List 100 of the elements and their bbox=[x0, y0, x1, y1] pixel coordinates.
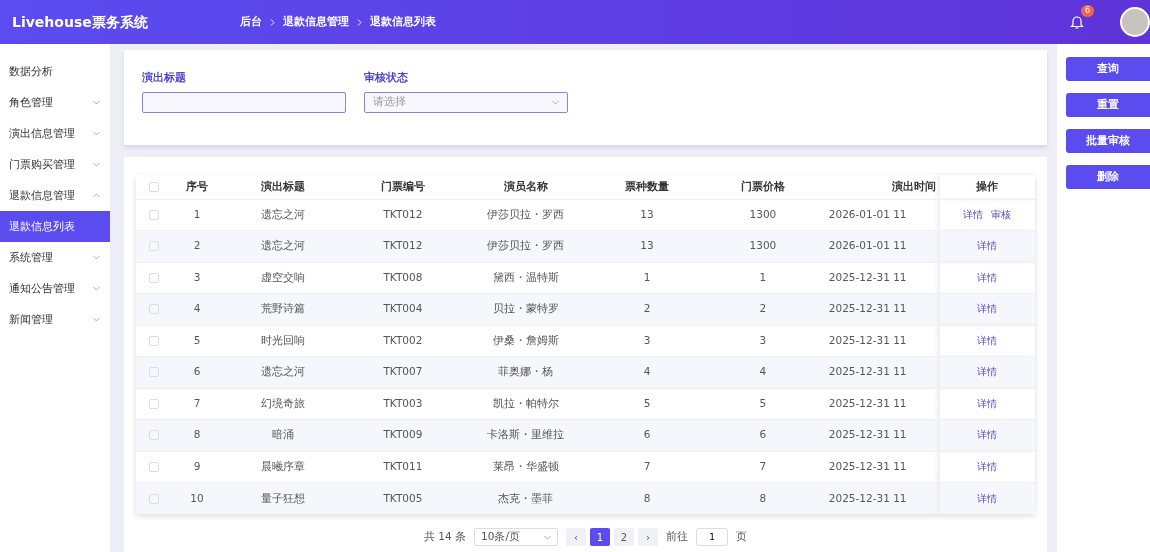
page-button[interactable]: 2 bbox=[614, 528, 634, 546]
table-cell: 凯拉・帕特尔 bbox=[493, 396, 559, 409]
breadcrumb-item[interactable]: 退款信息列表 bbox=[370, 14, 436, 30]
table-cell: 5 bbox=[643, 396, 651, 409]
table-cell: 幻境奇旅 bbox=[260, 396, 305, 409]
action-button[interactable]: 查询 bbox=[1066, 57, 1150, 81]
table-cell: 1300 bbox=[749, 207, 777, 220]
sidebar-item[interactable]: 角色管理 bbox=[0, 87, 110, 118]
table-cell: TKT005 bbox=[383, 491, 423, 504]
row-checkbox[interactable] bbox=[148, 241, 159, 252]
action-link[interactable]: 详情 bbox=[977, 429, 998, 441]
chevron-icon bbox=[544, 534, 551, 540]
table-cell: TKT008 bbox=[383, 270, 423, 283]
table-cell: 7 bbox=[759, 459, 767, 472]
table-cell: 6 bbox=[193, 365, 201, 378]
action-link[interactable]: 详情 bbox=[977, 271, 998, 283]
table-cell: 6 bbox=[643, 428, 651, 441]
table-cell: 2026-01-01 11 bbox=[828, 207, 907, 220]
row-checkbox[interactable] bbox=[148, 461, 159, 472]
notification-badge: 6 bbox=[1080, 5, 1094, 17]
next-page-button[interactable]: › bbox=[638, 528, 658, 546]
sidebar-item[interactable]: 系统管理 bbox=[0, 242, 110, 273]
column-header: 序号 bbox=[186, 179, 209, 192]
page-size-select[interactable]: 10条/页 bbox=[474, 528, 558, 546]
notification-bell-icon[interactable] bbox=[1070, 14, 1084, 30]
table-cell: 13 bbox=[640, 239, 654, 252]
table-cell: 3 bbox=[759, 333, 767, 346]
table-cell: 时光回响 bbox=[260, 333, 305, 346]
sidebar-item[interactable]: 退款信息管理 bbox=[0, 180, 110, 211]
table-cell: 1 bbox=[643, 270, 651, 283]
user-avatar[interactable] bbox=[1120, 7, 1150, 37]
table-cell: TKT012 bbox=[383, 207, 423, 220]
table-cell: 2025-12-31 11 bbox=[828, 270, 907, 283]
action-button[interactable]: 批量审核 bbox=[1066, 129, 1150, 153]
action-link[interactable]: 审核 bbox=[991, 208, 1012, 220]
table-cell: TKT011 bbox=[383, 459, 423, 472]
table-cell: 遗忘之河 bbox=[260, 365, 305, 378]
table-cell: 9 bbox=[193, 459, 201, 472]
table-cell: 10 bbox=[190, 491, 204, 504]
column-header: 门票编号 bbox=[380, 179, 425, 192]
row-checkbox[interactable] bbox=[148, 430, 159, 441]
row-checkbox[interactable] bbox=[148, 335, 159, 346]
table-cell: 2025-12-31 11 bbox=[828, 491, 907, 504]
breadcrumb-item[interactable]: 后台 bbox=[240, 14, 262, 30]
table-cell: 贝拉・蒙特罗 bbox=[493, 302, 559, 315]
table-cell: 3 bbox=[193, 270, 201, 283]
action-link[interactable]: 详情 bbox=[977, 334, 998, 346]
table-cell: 晨曦序章 bbox=[260, 459, 305, 472]
table-cell: 5 bbox=[759, 396, 767, 409]
prev-page-button[interactable]: ‹ bbox=[566, 528, 586, 546]
sidebar-item[interactable]: 演出信息管理 bbox=[0, 118, 110, 149]
action-link[interactable]: 详情 bbox=[977, 397, 998, 409]
table-cell: 2 bbox=[193, 239, 201, 252]
table-cell: 伊莎贝拉・罗西 bbox=[487, 239, 565, 252]
table-cell: 杰克・墨菲 bbox=[498, 491, 554, 504]
page-button[interactable]: 1 bbox=[590, 528, 610, 546]
table-cell: 8 bbox=[643, 491, 651, 504]
column-header: 演出标题 bbox=[260, 179, 305, 192]
row-checkbox[interactable] bbox=[148, 367, 159, 378]
row-checkbox[interactable] bbox=[148, 304, 159, 315]
sidebar-item[interactable]: 通知公告管理 bbox=[0, 273, 110, 304]
field-label: 审核状态 bbox=[364, 70, 409, 85]
action-button[interactable]: 删除 bbox=[1066, 165, 1150, 189]
table-cell: 2 bbox=[643, 302, 651, 315]
breadcrumb-item[interactable]: 退款信息管理 bbox=[283, 14, 349, 30]
table-cell: 4 bbox=[643, 365, 651, 378]
action-link[interactable]: 详情 bbox=[963, 208, 984, 220]
title-input-field[interactable] bbox=[142, 91, 346, 113]
row-checkbox[interactable] bbox=[148, 272, 159, 283]
table-cell: TKT007 bbox=[383, 365, 423, 378]
table-cell: 伊桑・詹姆斯 bbox=[493, 333, 559, 346]
action-link[interactable]: 详情 bbox=[977, 366, 998, 378]
table-cell: 4 bbox=[193, 302, 201, 315]
goto-page-input[interactable]: 1 bbox=[696, 528, 728, 546]
table-cell: 荒野诗篇 bbox=[260, 302, 305, 315]
table-cell: 13 bbox=[640, 207, 654, 220]
action-link[interactable]: 详情 bbox=[977, 492, 998, 504]
table-cell: 卡洛斯・里维拉 bbox=[487, 428, 565, 441]
chevron-icon bbox=[552, 99, 559, 105]
row-checkbox[interactable] bbox=[148, 398, 159, 409]
app-title: Livehouse票务系统 bbox=[12, 12, 149, 32]
sidebar-item[interactable]: 门票购买管理 bbox=[0, 149, 110, 180]
table-cell: 8 bbox=[193, 428, 201, 441]
sidebar-subitem[interactable]: 退款信息列表 bbox=[0, 211, 110, 242]
action-button[interactable]: 重置 bbox=[1066, 93, 1150, 117]
action-link[interactable]: 详情 bbox=[977, 303, 998, 315]
table-cell: TKT012 bbox=[383, 239, 423, 252]
action-link[interactable]: 详情 bbox=[977, 460, 998, 472]
table-cell: 莱昂・华盛顿 bbox=[493, 459, 559, 472]
table-cell: 1 bbox=[759, 270, 767, 283]
table-cell: 伊莎贝拉・罗西 bbox=[487, 207, 565, 220]
action-link[interactable]: 详情 bbox=[977, 240, 998, 252]
table-cell: 6 bbox=[759, 428, 767, 441]
sidebar-item[interactable]: 数据分析 bbox=[0, 56, 110, 87]
select-all-checkbox[interactable] bbox=[148, 181, 159, 192]
row-checkbox[interactable] bbox=[148, 209, 159, 220]
row-checkbox[interactable] bbox=[148, 493, 159, 504]
table-cell: 量子狂想 bbox=[260, 491, 305, 504]
sidebar-item[interactable]: 新闻管理 bbox=[0, 304, 110, 335]
table-cell: 3 bbox=[643, 333, 651, 346]
